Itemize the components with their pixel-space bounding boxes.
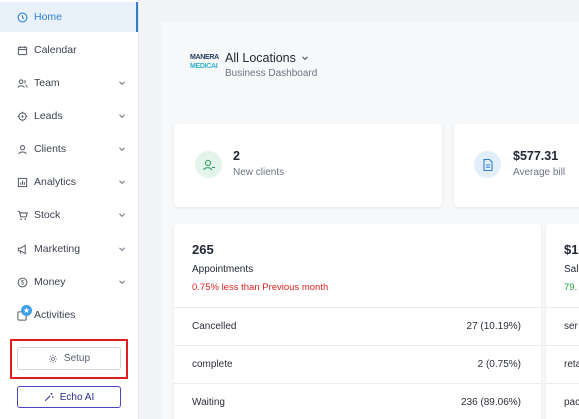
row-label: ser: [564, 321, 578, 332]
chevron-down-icon: [119, 280, 125, 285]
sidebar-item-label: Leads: [34, 110, 63, 122]
row-label: reta: [564, 359, 579, 370]
sidebar-item-money[interactable]: $ Money: [0, 267, 138, 297]
appointments-count: 265: [192, 242, 214, 257]
appointments-change: 0.75% less than Previous month: [192, 282, 329, 293]
setup-button-label: Setup: [63, 353, 91, 364]
sidebar-item-label: Money: [34, 276, 66, 288]
chevron-down-icon: [119, 81, 125, 86]
sidebar-item-stock[interactable]: Stock: [0, 200, 138, 230]
sidebar-item-leads[interactable]: Leads: [0, 101, 138, 131]
chevron-down-icon: [119, 114, 125, 119]
sidebar-item-team[interactable]: Team: [0, 68, 138, 98]
chevron-down-icon: [119, 147, 125, 152]
average-bill-value: $577.31: [513, 149, 559, 163]
sidebar-item-marketing[interactable]: Marketing: [0, 234, 138, 264]
sales-title: Sal: [564, 264, 579, 275]
svg-text:$: $: [21, 280, 25, 286]
average-bill-card: [454, 124, 579, 207]
dollar-icon: $: [17, 277, 28, 288]
sidebar-item-label: Team: [34, 77, 60, 89]
location-selector[interactable]: All Locations: [225, 51, 296, 65]
cart-icon: [17, 210, 28, 221]
row-label: Waiting: [192, 397, 225, 408]
sidebar-item-label: Analytics: [34, 176, 77, 188]
sidebar-item-clients[interactable]: Clients: [0, 134, 138, 164]
setup-button[interactable]: Setup: [17, 347, 121, 370]
row-label: pac: [564, 397, 579, 408]
calendar-icon: [17, 45, 28, 56]
chevron-down-icon[interactable]: [301, 54, 309, 62]
new-clients-label: New clients: [233, 167, 285, 178]
sidebar-item-home[interactable]: Home: [0, 2, 138, 32]
sidebar-item-label: Stock: [34, 209, 61, 221]
bill-icon: [474, 151, 501, 178]
row-value: 27 (10.19%): [466, 321, 521, 332]
page-subtitle: Business Dashboard: [225, 68, 318, 79]
megaphone-icon: [17, 243, 28, 255]
sidebar-item-label: Activities: [34, 309, 76, 321]
table-row: ser: [546, 307, 579, 345]
echo-ai-button[interactable]: Echo AI: [17, 386, 121, 408]
chevron-down-icon: [119, 180, 125, 185]
sidebar-item-calendar[interactable]: Calendar: [0, 35, 138, 65]
row-label: complete: [192, 359, 233, 370]
table-row: pac: [546, 383, 579, 419]
table-row: reta: [546, 345, 579, 383]
sales-change: 79.: [564, 282, 578, 293]
sidebar-item-label: Home: [34, 11, 63, 23]
row-value: 2 (0.75%): [477, 359, 521, 370]
magic-wand-icon: [44, 392, 54, 402]
sidebar-item-activities[interactable]: ★ Activities: [0, 300, 138, 330]
row-label: Cancelled: [192, 321, 237, 332]
row-value: 236 (89.06%): [460, 397, 521, 408]
table-row: Cancelled 27 (10.19%): [174, 307, 541, 345]
sales-count: $1: [564, 242, 579, 257]
sidebar-item-label: Calendar: [34, 44, 77, 56]
table-row: Waiting 236 (89.06%): [174, 383, 541, 419]
activity-badge-icon: ★: [21, 304, 32, 316]
new-client-icon: [195, 151, 222, 178]
team-icon: [17, 78, 28, 89]
table-row: complete 2 (0.75%): [174, 345, 541, 383]
leads-icon: [17, 111, 28, 122]
average-bill-label: Average bill: [513, 167, 566, 178]
sidebar: Home Calendar Team Leads Clients Analyti…: [0, 0, 139, 419]
clinic-logo: MANERA MEDICAI: [190, 54, 219, 70]
activities-icon: ★: [17, 304, 32, 321]
echo-ai-button-label: Echo AI: [59, 391, 95, 403]
sidebar-item-label: Marketing: [34, 243, 81, 255]
gear-icon: [48, 354, 58, 363]
chevron-down-icon: [119, 247, 125, 252]
home-icon: [17, 12, 28, 23]
sidebar-item-analytics[interactable]: Analytics: [0, 167, 138, 197]
analytics-icon: [17, 177, 28, 188]
new-clients-value: 2: [233, 149, 240, 163]
chevron-down-icon: [119, 213, 125, 218]
client-icon: [17, 144, 28, 155]
appointments-title: Appointments: [192, 264, 254, 275]
sidebar-item-label: Clients: [34, 143, 67, 155]
